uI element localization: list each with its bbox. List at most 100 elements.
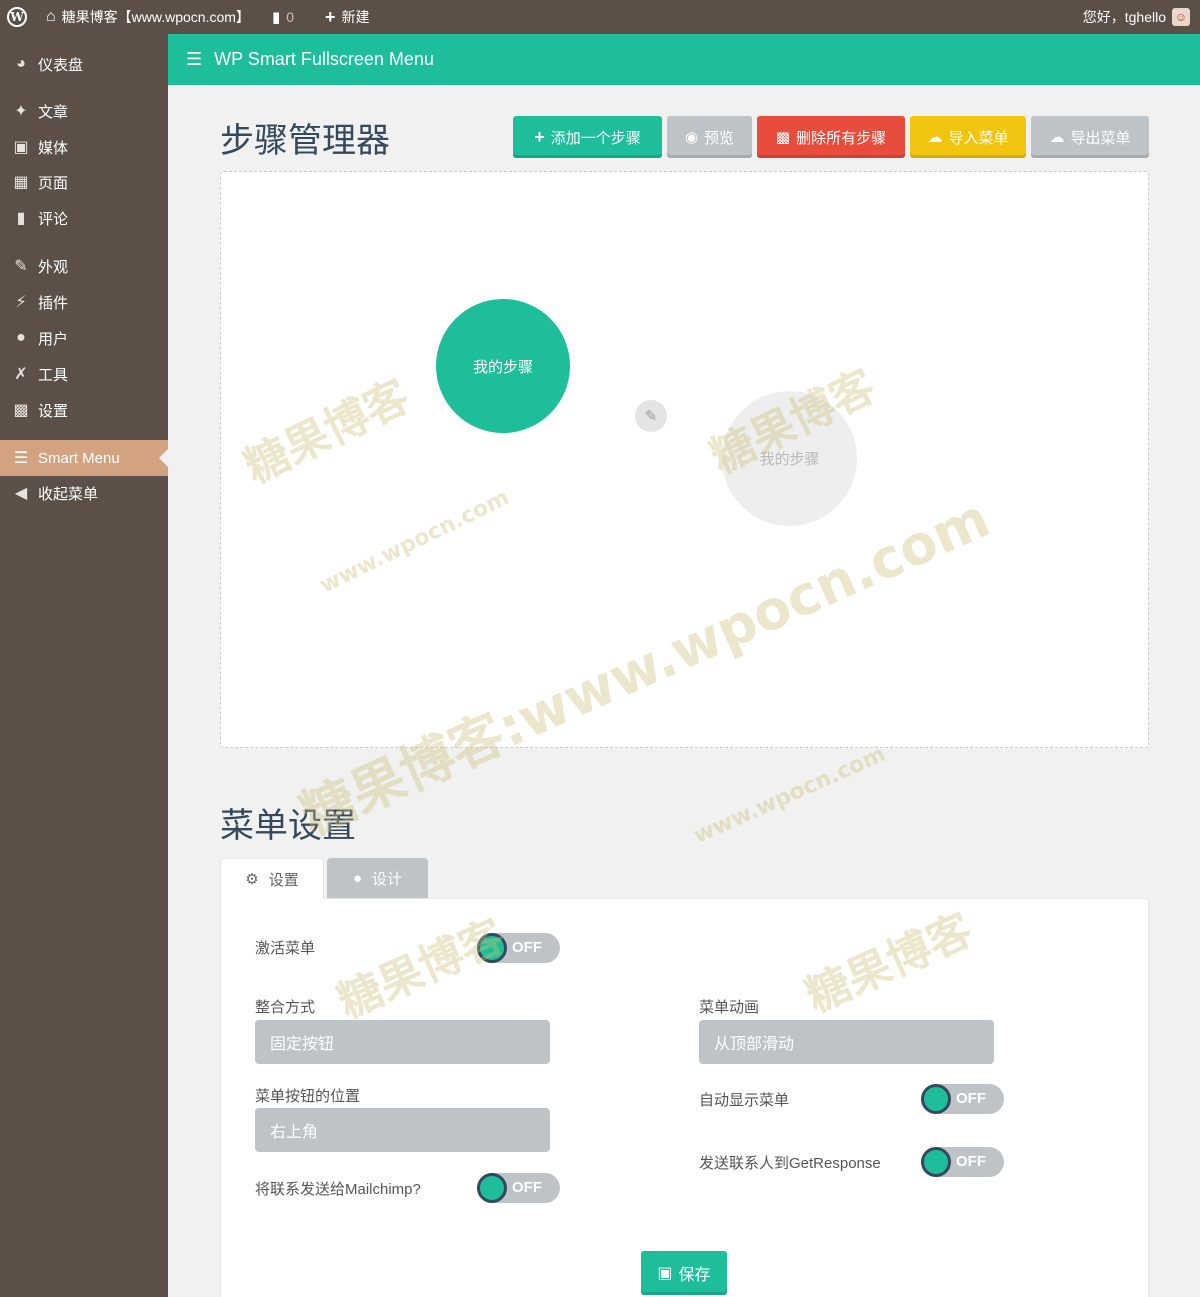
sidebar-item-label: 工具 xyxy=(38,366,69,384)
sidebar-item-label: 设置 xyxy=(38,402,69,420)
brush-icon: ✎ xyxy=(14,258,28,275)
plugin-title: WP Smart Fullscreen Menu xyxy=(214,49,434,69)
sidebar-item-posts[interactable]: ✦ 文章 xyxy=(0,93,168,129)
menu-icon: ☰ xyxy=(13,450,29,467)
auto-show-label: 自动显示菜单 xyxy=(699,1092,790,1109)
sidebar-item-media[interactable]: ▣ 媒体 xyxy=(0,129,168,165)
sidebar-item-comments[interactable]: ▮ 评论 xyxy=(0,200,168,236)
tab-label: 设计 xyxy=(372,871,403,888)
sidebar-item-label: 外观 xyxy=(38,258,69,276)
menu-animation-select[interactable]: 从顶部滑动 xyxy=(699,1020,994,1064)
avatar: ☺ xyxy=(1172,8,1190,26)
preview-label: 预览 xyxy=(704,129,735,147)
delete-all-label: 删除所有步骤 xyxy=(796,129,887,147)
step-node-active[interactable]: 我的步骤 xyxy=(436,299,570,433)
site-name-link[interactable]: ⌂ 糖果博客【www.wpocn.com】 xyxy=(46,0,250,34)
sidebar-item-dashboard[interactable]: ◕ 仪表盘 xyxy=(0,46,168,82)
comments-link[interactable]: ▮ 0 xyxy=(272,0,294,34)
sidebar-item-appearance[interactable]: ✎ 外观 xyxy=(0,248,168,284)
step-manager-title: 步骤管理器 xyxy=(220,122,390,160)
toggle-knob xyxy=(921,1084,951,1114)
delete-all-steps-button[interactable]: ▩ 删除所有步骤 xyxy=(757,116,905,158)
menu-settings-title: 菜单设置 xyxy=(220,807,356,845)
sidebar-item-label: 评论 xyxy=(38,210,69,228)
wordpress-logo[interactable]: W xyxy=(7,0,27,34)
sidebar-item-pages[interactable]: ▦ 页面 xyxy=(0,164,168,200)
mailchimp-label: 将联系发送给Mailchimp? xyxy=(255,1181,421,1198)
select-value: 从顶部滑动 xyxy=(714,1036,795,1053)
sidebar-item-plugins[interactable]: ⚡ 插件 xyxy=(0,284,168,320)
sidebar-item-label: 页面 xyxy=(38,174,69,192)
auto-show-toggle[interactable]: OFF xyxy=(921,1084,1004,1114)
getresponse-label: 发送联系人到GetResponse xyxy=(699,1155,881,1172)
site-title: 糖果博客【www.wpocn.com】 xyxy=(61,9,250,25)
import-menu-button[interactable]: ☁ 导入菜单 xyxy=(910,116,1026,158)
step-node-label: 我的步骤 xyxy=(472,358,533,376)
sidebar-item-label: 文章 xyxy=(38,103,69,121)
tab-settings[interactable]: ⚙ 设置 xyxy=(220,858,324,899)
sidebar-item-users[interactable]: ● 用户 xyxy=(0,320,168,356)
wordpress-icon: W xyxy=(7,7,27,27)
toggle-knob xyxy=(477,1173,507,1203)
save-button[interactable]: ▣ 保存 xyxy=(641,1251,727,1295)
sidebar-item-label: 仪表盘 xyxy=(38,56,84,74)
droplet-icon: ● xyxy=(352,870,363,887)
sidebar-item-tools[interactable]: ✗ 工具 xyxy=(0,356,168,392)
new-label: 新建 xyxy=(341,9,370,25)
eye-icon: ◉ xyxy=(684,129,699,146)
sidebar-item-settings[interactable]: ▩ 设置 xyxy=(0,392,168,428)
toggle-knob xyxy=(921,1147,951,1177)
wrench-icon: ✗ xyxy=(14,366,28,383)
admin-sidebar: ◕ 仪表盘 ✦ 文章 ▣ 媒体 ▦ 页面 ▮ 评论 ✎ 外观 ⚡ 插件 ● 用户… xyxy=(0,34,168,1297)
admin-bar: W ⌂ 糖果博客【www.wpocn.com】 ▮ 0 + 新建 您好，tghe… xyxy=(0,0,1200,34)
comment-icon: ▮ xyxy=(16,210,26,227)
gear-icon: ⚙ xyxy=(245,871,259,888)
add-step-button[interactable]: + 添加一个步骤 xyxy=(513,116,662,158)
new-content-link[interactable]: + 新建 xyxy=(325,0,370,34)
getresponse-toggle[interactable]: OFF xyxy=(921,1147,1004,1177)
sidebar-item-label: 用户 xyxy=(38,330,69,348)
preview-button[interactable]: ◉ 预览 xyxy=(667,116,752,158)
edit-pencil-icon[interactable]: ✎ xyxy=(635,400,667,432)
toggle-state: OFF xyxy=(512,939,542,956)
tab-design[interactable]: ● 设计 xyxy=(327,858,428,899)
steps-canvas[interactable]: 我的步骤 ✎ 我的步骤 xyxy=(220,171,1149,748)
plus-icon: + xyxy=(534,126,545,147)
sidebar-item-collapse[interactable]: ◀ 收起菜单 xyxy=(0,475,168,511)
cloud-upload-icon: ☁ xyxy=(927,129,943,146)
sidebar-item-smart-menu[interactable]: ☰ Smart Menu xyxy=(0,440,168,476)
plugin-header: ☰ WP Smart Fullscreen Menu xyxy=(168,34,1200,85)
greeting-text: 您好，tghello xyxy=(1082,9,1166,25)
save-label: 保存 xyxy=(678,1267,711,1284)
settings-panel: 激活菜单 OFF 整合方式 固定按钮 菜单按钮的位置 右上角 将联系发送给Mai… xyxy=(220,898,1149,1297)
plugin-icon: ⚡ xyxy=(15,294,27,311)
user-icon: ● xyxy=(16,329,26,346)
step-node-inactive[interactable]: 我的步骤 xyxy=(722,391,857,526)
watermark-url: www.wpocn.com xyxy=(690,741,890,849)
tab-label: 设置 xyxy=(268,871,299,889)
integration-select[interactable]: 固定按钮 xyxy=(255,1020,550,1064)
button-position-label: 菜单按钮的位置 xyxy=(255,1088,361,1105)
activate-menu-toggle[interactable]: OFF xyxy=(477,933,560,963)
button-position-select[interactable]: 右上角 xyxy=(255,1108,550,1152)
select-value: 右上角 xyxy=(270,1124,319,1141)
mailchimp-toggle[interactable]: OFF xyxy=(477,1173,560,1203)
select-value: 固定按钮 xyxy=(270,1036,335,1053)
export-menu-button[interactable]: ☁ 导出菜单 xyxy=(1031,116,1149,158)
collapse-icon: ◀ xyxy=(14,485,28,502)
media-icon: ▣ xyxy=(13,139,29,156)
toggle-state: OFF xyxy=(956,1090,986,1107)
comments-count: 0 xyxy=(286,9,295,25)
hamburger-icon: ☰ xyxy=(186,49,203,69)
import-label: 导入菜单 xyxy=(948,129,1009,147)
sidebar-item-label: 收起菜单 xyxy=(38,485,99,503)
my-account-link[interactable]: 您好，tghello ☺ xyxy=(1083,0,1190,34)
floppy-disk-icon: ▣ xyxy=(657,1265,673,1282)
integration-label: 整合方式 xyxy=(255,999,316,1016)
home-icon: ⌂ xyxy=(46,8,56,25)
toggle-state: OFF xyxy=(956,1153,986,1170)
export-label: 导出菜单 xyxy=(1070,129,1131,147)
step-node-label: 我的步骤 xyxy=(759,451,820,468)
trash-icon: ▩ xyxy=(775,129,791,146)
dashboard-icon: ◕ xyxy=(16,55,26,72)
